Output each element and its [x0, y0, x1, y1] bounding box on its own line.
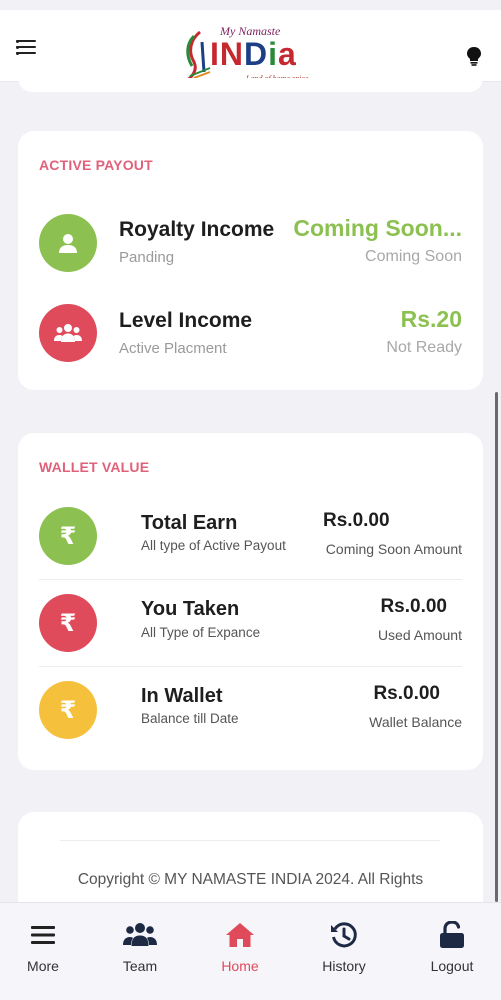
- royalty-income-status: Coming Soon: [365, 248, 462, 265]
- logo-mark-icon: [183, 30, 211, 84]
- team-icon: [123, 923, 157, 946]
- level-income-amount: Rs.20: [400, 306, 462, 332]
- in-wallet-amount: Rs.0.00: [373, 683, 440, 704]
- top-app-bar: My Namaste INDia Land of home spice...: [0, 10, 501, 84]
- home-icon: [226, 923, 254, 947]
- wallet-value-title: WALLET VALUE: [39, 459, 150, 475]
- in-wallet-subtitle: Balance till Date: [141, 711, 239, 726]
- rupee-icon: ₹: [39, 681, 97, 739]
- user-icon: [39, 214, 97, 272]
- wallet-value-card: WALLET VALUE ₹ Total Earn All type of Ac…: [18, 433, 483, 770]
- nav-item-logout[interactable]: Logout: [402, 903, 501, 1000]
- history-icon: [331, 922, 357, 948]
- nav-label-history: History: [322, 958, 366, 974]
- total-earn-amount: Rs.0.00: [323, 510, 390, 531]
- nav-label-logout: Logout: [430, 958, 474, 974]
- active-payout-title: ACTIVE PAYOUT: [39, 157, 153, 173]
- you-taken-note: Used Amount: [377, 627, 462, 643]
- rupee-icon: ₹: [39, 507, 97, 565]
- menu-toggle-icon[interactable]: [16, 38, 38, 56]
- menu-icon: [31, 926, 55, 944]
- total-earn-title: Total Earn: [141, 512, 238, 534]
- nav-label-more: More: [27, 958, 59, 974]
- royalty-income-amount: Coming Soon...: [293, 215, 462, 241]
- row-divider: [39, 579, 462, 580]
- footer-card: Copyright © MY NAMASTE INDIA 2024. All R…: [18, 812, 483, 912]
- level-income-subtitle: Active Placment: [119, 340, 227, 357]
- row-divider: [39, 666, 462, 667]
- royalty-income-title: Royalty Income: [119, 218, 275, 241]
- royalty-income-subtitle: Panding: [119, 249, 175, 266]
- page-scrollbar[interactable]: [495, 392, 498, 902]
- previous-card-edge: [18, 78, 483, 92]
- nav-label-home: Home: [221, 958, 259, 974]
- copyright-text: Copyright © MY NAMASTE INDIA 2024. All R…: [77, 871, 424, 888]
- in-wallet-note: Wallet Balance: [369, 714, 462, 730]
- you-taken-amount: Rs.0.00: [380, 596, 447, 617]
- you-taken-title: You Taken: [141, 598, 240, 620]
- unlock-icon: [440, 921, 464, 948]
- level-income-title: Level Income: [119, 309, 253, 332]
- active-payout-card: ACTIVE PAYOUT Royalty Income Panding Com…: [18, 131, 483, 390]
- you-taken-subtitle: All Type of Expance: [141, 625, 261, 640]
- brand-logo[interactable]: My Namaste INDia Land of home spice...: [180, 24, 325, 86]
- nav-label-team: Team: [122, 958, 158, 974]
- rupee-icon: ₹: [39, 594, 97, 652]
- bottom-navigation: More Team Home History Logout: [0, 902, 501, 1000]
- nav-item-history[interactable]: History: [294, 903, 394, 1000]
- level-income-status: Not Ready: [386, 339, 462, 356]
- logo-wordmark: INDia: [210, 36, 297, 72]
- nav-item-more[interactable]: More: [0, 903, 93, 1000]
- total-earn-subtitle: All type of Active Payout: [141, 538, 286, 553]
- nav-item-team[interactable]: Team: [90, 903, 190, 1000]
- lightbulb-icon[interactable]: [465, 46, 483, 66]
- in-wallet-title: In Wallet: [141, 685, 223, 707]
- group-icon: [39, 304, 97, 362]
- footer-divider: [60, 840, 440, 841]
- nav-item-home[interactable]: Home: [190, 903, 290, 1000]
- total-earn-note: Coming Soon Amount: [325, 541, 462, 557]
